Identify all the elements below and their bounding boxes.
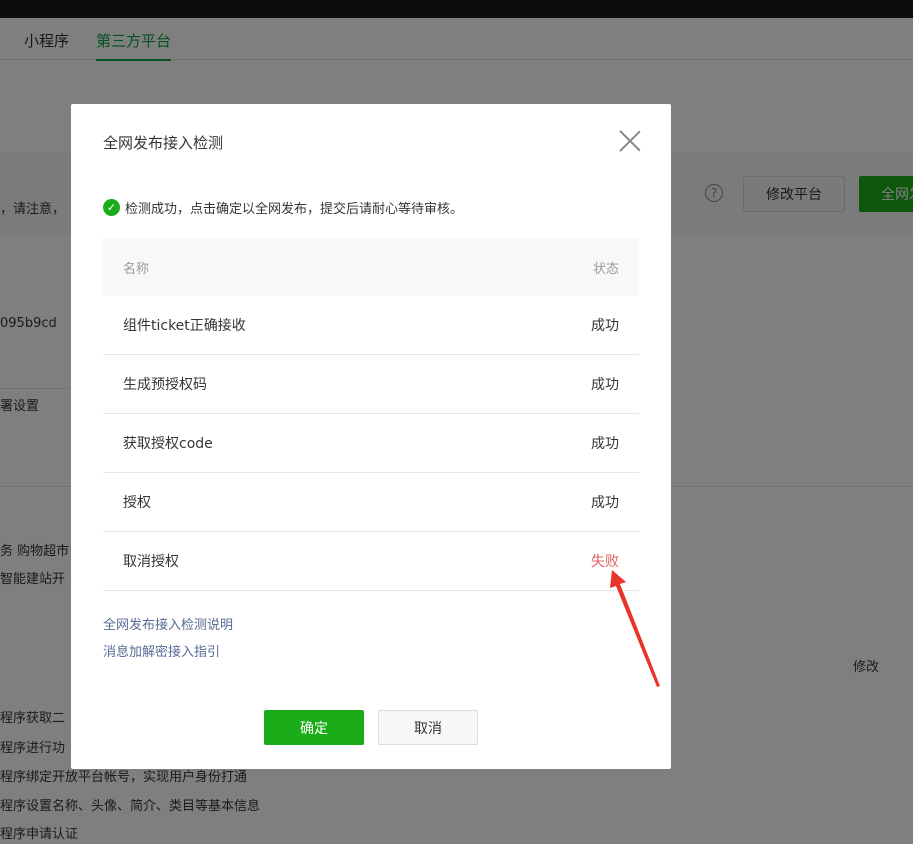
- table-header: 名称 状态: [103, 238, 639, 296]
- header-status: 状态: [592, 261, 619, 277]
- encryption-guide-link[interactable]: 消息加解密接入指引: [103, 641, 220, 660]
- row-name: 授权: [123, 495, 151, 511]
- table-row: 获取授权code 成功: [103, 414, 639, 473]
- cancel-button[interactable]: 取消: [378, 710, 478, 745]
- publish-check-dialog: 全网发布接入检测 ✓ 检测成功，点击确定以全网发布，提交后请耐心等待审核。 名称…: [71, 104, 671, 769]
- row-name: 取消授权: [123, 554, 179, 570]
- dialog-title: 全网发布接入检测: [103, 134, 224, 152]
- success-text: 检测成功，点击确定以全网发布，提交后请耐心等待审核。: [125, 202, 464, 217]
- annotation-arrow-icon: [610, 570, 660, 687]
- row-name: 获取授权code: [123, 436, 213, 452]
- row-status: 成功: [591, 377, 619, 393]
- table-row: 授权 成功: [103, 473, 639, 532]
- row-status: 成功: [591, 495, 619, 511]
- table-row: 组件ticket正确接收 成功: [103, 296, 639, 355]
- check-icon: ✓: [103, 199, 120, 216]
- close-icon[interactable]: [619, 130, 641, 152]
- table-row: 取消授权 失败: [103, 532, 639, 591]
- table-row: 生成预授权码 成功: [103, 355, 639, 414]
- check-table: 名称 状态 组件ticket正确接收 成功 生成预授权码 成功 获取授权code…: [103, 238, 639, 591]
- row-name: 组件ticket正确接收: [123, 318, 246, 334]
- header-name: 名称: [123, 261, 150, 277]
- row-name: 生成预授权码: [123, 377, 207, 393]
- ok-button[interactable]: 确定: [264, 710, 364, 745]
- publish-check-guide-link[interactable]: 全网发布接入检测说明: [103, 614, 233, 633]
- row-status: 成功: [591, 318, 619, 334]
- success-message: ✓ 检测成功，点击确定以全网发布，提交后请耐心等待审核。: [103, 198, 463, 217]
- row-status: 成功: [591, 436, 619, 452]
